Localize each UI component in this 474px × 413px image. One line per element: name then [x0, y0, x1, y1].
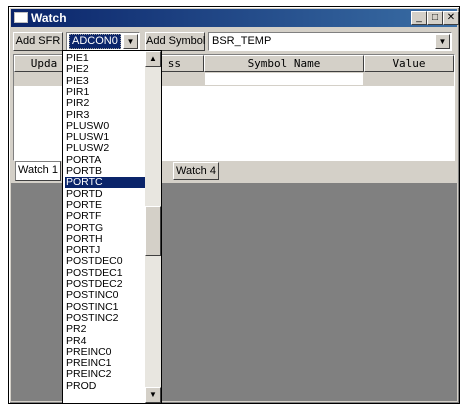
- dropdown-item[interactable]: PROD: [65, 380, 147, 392]
- tab-watch-1[interactable]: Watch 1: [15, 161, 61, 181]
- dropdown-scrollbar[interactable]: ▲ ▼: [145, 51, 161, 403]
- dropdown-item[interactable]: PIE3: [65, 75, 147, 87]
- dropdown-item[interactable]: PORTC: [65, 177, 147, 189]
- dropdown-item[interactable]: PLUSW2: [65, 143, 147, 154]
- scroll-up-icon[interactable]: ▲: [145, 51, 161, 67]
- tab-watch-4[interactable]: Watch 4: [173, 162, 219, 180]
- dropdown-item[interactable]: PORTG: [65, 222, 147, 234]
- close-button[interactable]: ✕: [443, 11, 459, 25]
- scrollbar-thumb[interactable]: [145, 206, 161, 256]
- sfr-dropdown-list[interactable]: PIE1 PIE2 PIE3 PIR1 PIR2 PIR3 PLUSW0 PLUSW1 PLUS…: [62, 50, 162, 404]
- table-row-cell[interactable]: [204, 72, 364, 86]
- dropdown-item[interactable]: PREINC2: [65, 369, 147, 380]
- window-title: Watch: [31, 11, 67, 25]
- column-header-value[interactable]: Value: [364, 55, 454, 72]
- dropdown-item[interactable]: POSTDEC0: [65, 256, 147, 267]
- table-row-cell[interactable]: [364, 72, 454, 86]
- maximize-button[interactable]: □: [427, 11, 443, 25]
- symbol-dropdown-arrow-icon[interactable]: ▼: [435, 34, 450, 49]
- dropdown-item[interactable]: PIE2: [65, 64, 147, 75]
- minimize-button[interactable]: _: [411, 11, 427, 25]
- dropdown-item[interactable]: POSTINC0: [65, 290, 147, 301]
- sfr-dropdown-arrow-icon[interactable]: ▼: [123, 34, 138, 49]
- symbol-selected-value: BSR_TEMP: [212, 35, 272, 47]
- sfr-selected-value: ADCON0: [69, 34, 121, 49]
- dropdown-item[interactable]: PORTF: [65, 211, 147, 222]
- dropdown-item[interactable]: PR4: [65, 335, 147, 347]
- title-bar[interactable]: Watch _ □ ✕: [11, 9, 459, 27]
- dropdown-item[interactable]: PIR2: [65, 98, 147, 109]
- dropdown-item[interactable]: POSTINC1: [65, 301, 147, 313]
- symbol-select[interactable]: BSR_TEMP ▼: [208, 32, 452, 51]
- dropdown-item[interactable]: PORTD: [65, 188, 147, 200]
- add-sfr-button[interactable]: Add SFR: [13, 32, 63, 51]
- scroll-down-icon[interactable]: ▼: [145, 387, 161, 403]
- sfr-select[interactable]: ADCON0 ▼: [66, 32, 140, 51]
- dropdown-item[interactable]: PR2: [65, 324, 147, 335]
- column-header-symbol-name[interactable]: Symbol Name: [204, 55, 364, 72]
- window-icon: [14, 12, 28, 23]
- dropdown-item[interactable]: PIR3: [65, 109, 147, 121]
- add-symbol-button[interactable]: Add Symbol: [145, 32, 205, 51]
